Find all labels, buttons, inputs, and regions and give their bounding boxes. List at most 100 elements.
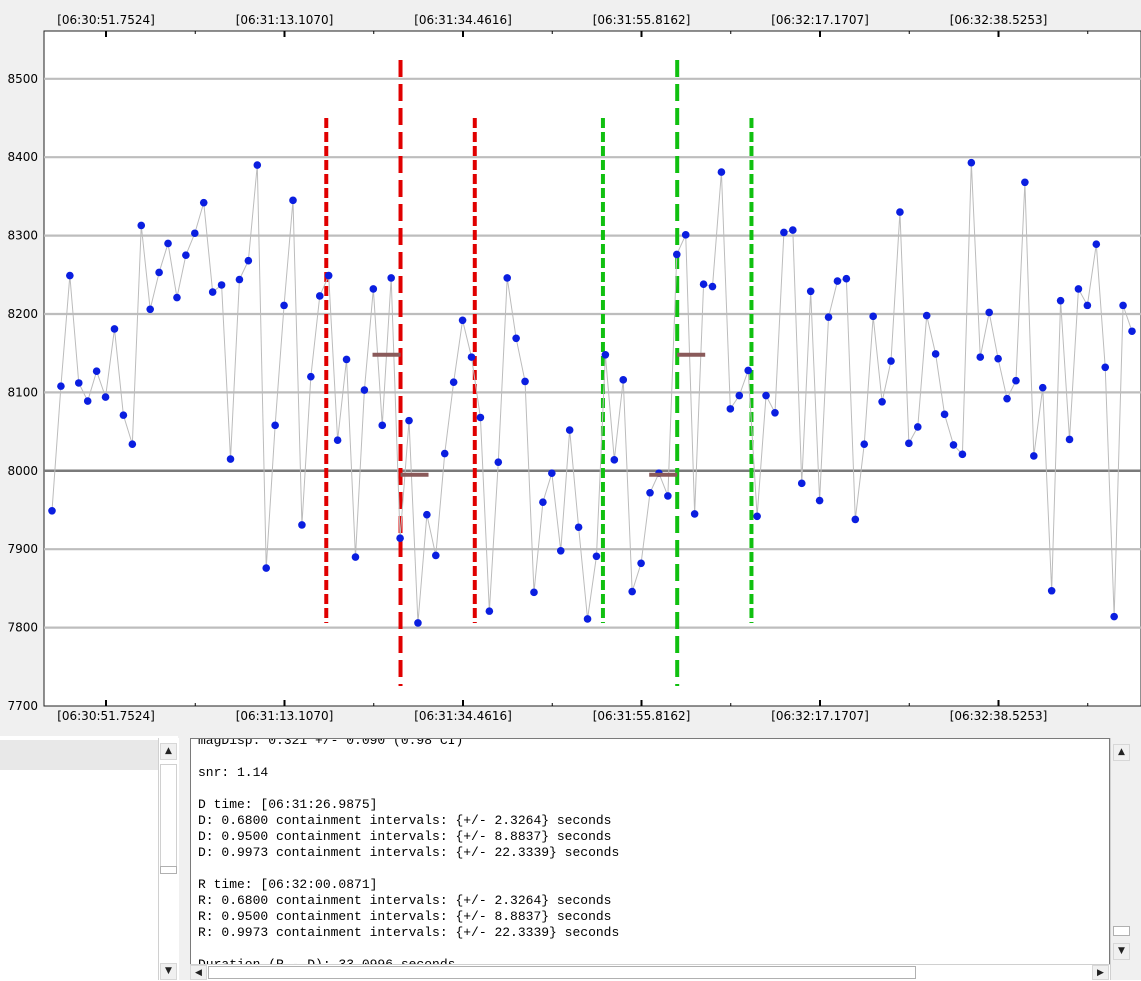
data-point [1092,240,1101,249]
scroll-down-button[interactable]: ▼ [160,963,177,980]
data-point [521,377,529,386]
data-point [985,308,993,317]
data-point [155,268,163,277]
data-point [726,405,735,413]
x-tick-label-bottom: [06:30:51.7524] [57,709,155,723]
data-point [226,455,235,463]
data-point [57,382,65,390]
data-point [199,198,208,207]
list-selection[interactable] [0,740,158,770]
data-point [530,588,538,597]
data-point [913,423,922,431]
data-point [583,615,592,623]
console-scroll-thumb[interactable] [1113,926,1130,936]
data-point [744,366,752,375]
data-point [351,553,360,561]
data-point [771,408,779,417]
console-scroll-down-button[interactable]: ▼ [1113,943,1130,960]
horizontal-scroll-thumb[interactable] [208,966,916,979]
data-point [1012,376,1020,385]
data-point [869,312,877,321]
data-point [708,282,717,291]
data-point [878,398,886,406]
data-point [146,305,154,314]
data-point [976,353,985,361]
data-point [637,559,645,568]
data-point [485,607,494,615]
console-vertical-scrollbar[interactable]: ▲ ▼ [1110,738,1141,980]
data-point [110,325,119,333]
data-point [191,229,199,238]
data-point [548,469,556,477]
console-horizontal-scrollbar[interactable]: ◀ ▶ [190,964,1110,980]
data-point [1119,301,1127,310]
y-tick-label: 7800 [7,621,38,635]
data-point [646,488,654,497]
data-point [565,426,574,434]
y-tick-label: 8000 [7,464,38,478]
scroll-thumb[interactable] [160,764,177,874]
data-point [797,479,806,488]
data-point [681,231,690,239]
data-point [824,313,833,321]
data-point [432,551,440,560]
data-point [1074,285,1083,293]
data-point [887,357,895,365]
console-scroll-up-button[interactable]: ▲ [1113,744,1130,761]
x-tick-label-bottom: [06:31:55.8162] [593,709,691,723]
data-point [735,391,744,400]
data-point [1021,178,1029,187]
data-point [74,379,83,387]
data-point [405,416,413,425]
data-point [173,293,181,302]
y-tick-label: 7900 [7,542,38,556]
data-point [244,256,253,265]
data-point [307,372,315,381]
scroll-left-button[interactable]: ◀ [190,965,207,980]
data-point [931,350,940,358]
output-console[interactable]: magDisp: 0.321 +/- 0.090 (0.98 CI) snr: … [190,738,1110,966]
data-point [556,546,565,555]
scroll-right-button[interactable]: ▶ [1092,965,1109,980]
data-point [967,158,976,167]
data-point [503,274,512,282]
data-point [235,275,244,284]
data-point [717,168,726,176]
data-point [851,515,860,524]
data-point [949,441,958,449]
data-point [690,510,699,518]
data-point [610,456,619,464]
y-tick-label: 8100 [7,385,38,399]
data-point [753,512,761,521]
left-vertical-scrollbar[interactable]: ▲ ▼ [158,738,179,980]
x-tick-label-top: [06:31:34.4616] [414,13,512,27]
console-text: magDisp: 0.321 +/- 0.090 (0.98 CI) snr: … [198,738,620,966]
data-point [1030,452,1038,460]
data-point [833,277,842,285]
data-point [324,271,333,280]
data-point [1101,363,1110,372]
data-point [601,350,610,359]
data-point [137,221,146,230]
plot-area[interactable] [43,30,1141,707]
x-tick-label-bottom: [06:31:13.1070] [236,709,334,723]
data-point [664,492,672,500]
data-point [1083,301,1092,310]
scroll-thumb-handle[interactable] [160,866,177,874]
data-point [342,355,351,364]
data-point [994,354,1002,363]
x-tick-label-bottom: [06:31:34.4616] [414,709,512,723]
data-point [806,287,815,296]
data-point [387,274,395,282]
data-point [262,564,271,572]
data-point [253,161,262,169]
left-list-pane[interactable] [0,736,178,980]
data-point [539,498,547,506]
data-point [333,436,342,445]
scroll-up-button[interactable]: ▲ [160,743,177,760]
x-tick-label-top: [06:32:17.1707] [771,13,869,27]
data-point [182,251,190,259]
data-point [628,587,636,596]
data-point [1003,394,1011,403]
data-point [66,271,74,280]
